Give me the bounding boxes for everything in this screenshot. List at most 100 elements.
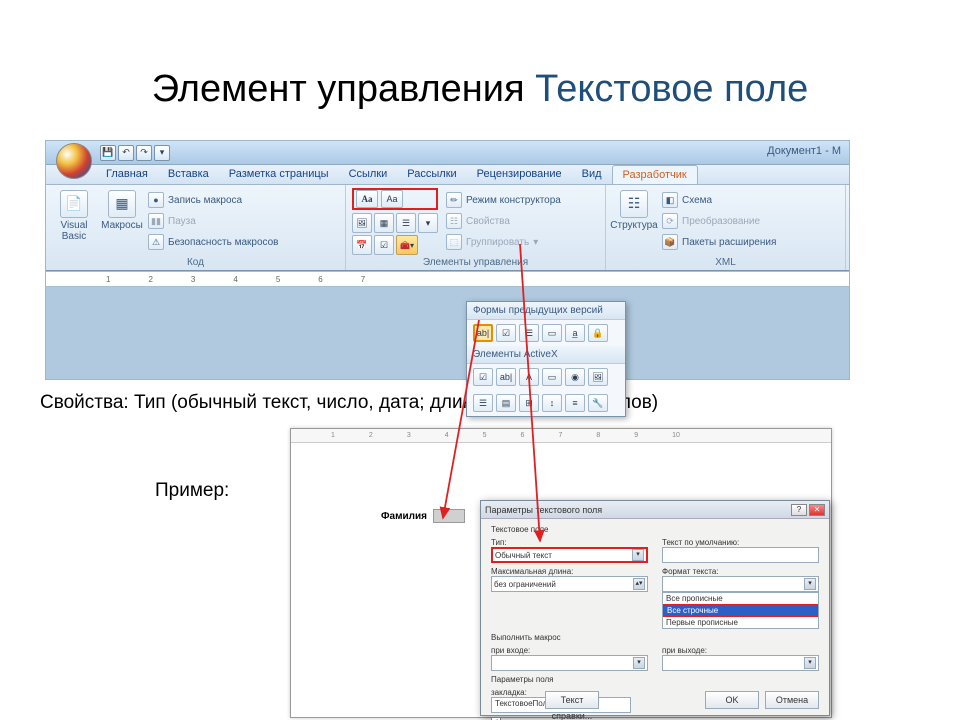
tab-references[interactable]: Ссылки (339, 165, 398, 184)
rich-text-control-icon[interactable]: Aa (356, 190, 378, 208)
macros-button[interactable]: ▦Макросы (100, 188, 144, 252)
tab-view[interactable]: Вид (572, 165, 612, 184)
visual-basic-button[interactable]: 📄Visual Basic (52, 188, 96, 252)
qat-more-icon[interactable]: ▾ (154, 145, 170, 161)
activex-header: Элементы ActiveX (467, 346, 625, 364)
spinner-icon: ▴▾ (633, 578, 645, 590)
tab-mailings[interactable]: Рассылки (397, 165, 466, 184)
group-code-label: Код (46, 257, 345, 268)
record-icon: ● (148, 192, 164, 208)
legacy-forms-row: ab| ☑ ☰ ▭ a̲ 🔒 (467, 320, 625, 346)
office-button[interactable] (56, 143, 92, 179)
checkbox-control-icon[interactable]: ☑ (374, 235, 394, 255)
ax-combo-icon[interactable]: ☰ (473, 394, 493, 412)
title-accent: Текстовое поле (535, 68, 808, 110)
date-control-icon[interactable]: 📅 (352, 235, 372, 255)
ax-list-icon[interactable]: ▤ (496, 394, 516, 412)
legacy-shading-icon[interactable]: a̲ (565, 324, 585, 342)
ax-scroll-icon[interactable]: ≡ (565, 394, 585, 412)
chevron-down-icon: ▾ (804, 578, 816, 590)
redo-icon[interactable]: ↷ (136, 145, 152, 161)
tab-layout[interactable]: Разметка страницы (219, 165, 339, 184)
tab-review[interactable]: Рецензирование (467, 165, 572, 184)
expansion-icon: 📦 (662, 234, 678, 250)
schema-icon: ◧ (662, 192, 678, 208)
form-field-example: Фамилия (381, 509, 465, 523)
transform-button: ⟳Преобразование (662, 211, 776, 231)
design-mode-button[interactable]: ✏Режим конструктора (446, 190, 561, 210)
format-label: Формат текста: (662, 567, 719, 576)
properties-icon: ☷ (446, 213, 462, 229)
ax-spin-icon[interactable]: ↕ (542, 394, 562, 412)
slide-title: Элемент управления Текстовое поле (0, 68, 960, 111)
design-icon: ✏ (446, 192, 462, 208)
horizontal-ruler: 1234567 (46, 271, 849, 287)
format-option-selected[interactable]: Все строчные (663, 604, 818, 617)
help-text-button[interactable]: Текст справки... (545, 691, 599, 709)
group-controls-label: Элементы управления (346, 257, 605, 268)
legacy-reset-icon[interactable]: 🔒 (588, 324, 608, 342)
type-select[interactable]: Обычный текст▾ (491, 547, 648, 563)
group-xml-label: XML (606, 257, 845, 268)
group-button[interactable]: ⬚Группировать ▾ (446, 232, 561, 252)
combo-control-icon[interactable]: ☰ (396, 213, 416, 233)
expansion-packs-button[interactable]: 📦Пакеты расширения (662, 232, 776, 252)
dropdown-control-icon[interactable]: ▾ (418, 213, 438, 233)
default-text-input[interactable] (662, 547, 819, 563)
default-text-label: Текст по умолчанию: (662, 538, 739, 547)
window-title: Документ1 - M (767, 145, 841, 157)
tab-insert[interactable]: Вставка (158, 165, 219, 184)
save-icon[interactable]: 💾 (100, 145, 116, 161)
cancel-button[interactable]: Отмена (765, 691, 819, 709)
ax-toggle-icon[interactable]: ⊞ (519, 394, 539, 412)
structure-button[interactable]: ☷Структура (612, 188, 656, 252)
legacy-checkbox-icon[interactable]: ☑ (496, 324, 516, 342)
pause-recording-button: ▮▮Пауза (148, 211, 279, 231)
undo-icon[interactable]: ↶ (118, 145, 134, 161)
legacy-text-field-icon[interactable]: ab| (473, 324, 493, 342)
record-macro-button[interactable]: ●Запись макроса (148, 190, 279, 210)
ax-option-icon[interactable]: ◉ (565, 368, 585, 386)
ok-button[interactable]: OK (705, 691, 759, 709)
group-code: 📄Visual Basic ▦Макросы ●Запись макроса ▮… (46, 185, 346, 270)
entry-macro-select[interactable]: ▾ (491, 655, 648, 671)
format-select[interactable]: ▾ (662, 576, 819, 592)
tab-developer[interactable]: Разработчик (612, 165, 698, 184)
format-option[interactable]: Все прописные (663, 593, 818, 604)
maxlen-select[interactable]: без ограничений▴▾ (491, 576, 648, 592)
activex-row-1: ☑ ab| A ▭ ◉ 🖼 (467, 364, 625, 390)
ax-image-icon[interactable]: 🖼 (588, 368, 608, 386)
plain-text-control-icon[interactable]: Aa (381, 190, 403, 208)
picture-control-icon[interactable]: 🖼 (352, 213, 372, 233)
ax-label-icon[interactable]: A (519, 368, 539, 386)
dialog-titlebar[interactable]: Параметры текстового поля ? ✕ (481, 501, 829, 519)
legacy-forms-header: Формы предыдущих версий (467, 302, 625, 320)
legacy-tools-button[interactable]: 🧰▾ (396, 235, 418, 255)
macro-section-label: Выполнить макрос (491, 633, 819, 642)
dialog-close-icon[interactable]: ✕ (809, 504, 825, 516)
legacy-frame-icon[interactable]: ▭ (542, 324, 562, 342)
ax-checkbox-icon[interactable]: ☑ (473, 368, 493, 386)
tab-home[interactable]: Главная (96, 165, 158, 184)
ax-textbox-icon[interactable]: ab| (496, 368, 516, 386)
ribbon-tabs: Главная Вставка Разметка страницы Ссылки… (46, 165, 849, 185)
macro-security-button[interactable]: ⚠Безопасность макросов (148, 232, 279, 252)
vb-icon: 📄 (60, 190, 88, 218)
properties-button[interactable]: ☷Свойства (446, 211, 561, 231)
ax-button-icon[interactable]: ▭ (542, 368, 562, 386)
maxlen-label: Максимальная длина: (491, 567, 573, 576)
ax-more-icon[interactable]: 🔧 (588, 394, 608, 412)
legacy-dropdown-icon[interactable]: ☰ (519, 324, 539, 342)
exit-macro-select[interactable]: ▾ (662, 655, 819, 671)
transform-icon: ⟳ (662, 213, 678, 229)
format-option[interactable]: Первые прописные (663, 617, 818, 628)
macros-icon: ▦ (108, 190, 136, 218)
pause-icon: ▮▮ (148, 213, 164, 229)
text-field-box[interactable] (433, 509, 465, 523)
dialog-help-icon[interactable]: ? (791, 504, 807, 516)
page-ruler: 12345678910 (291, 429, 831, 443)
schema-button[interactable]: ◧Схема (662, 190, 776, 210)
params-section-label: Параметры поля (491, 675, 819, 684)
building-block-control-icon[interactable]: ▦ (374, 213, 394, 233)
document-area[interactable] (46, 287, 849, 379)
